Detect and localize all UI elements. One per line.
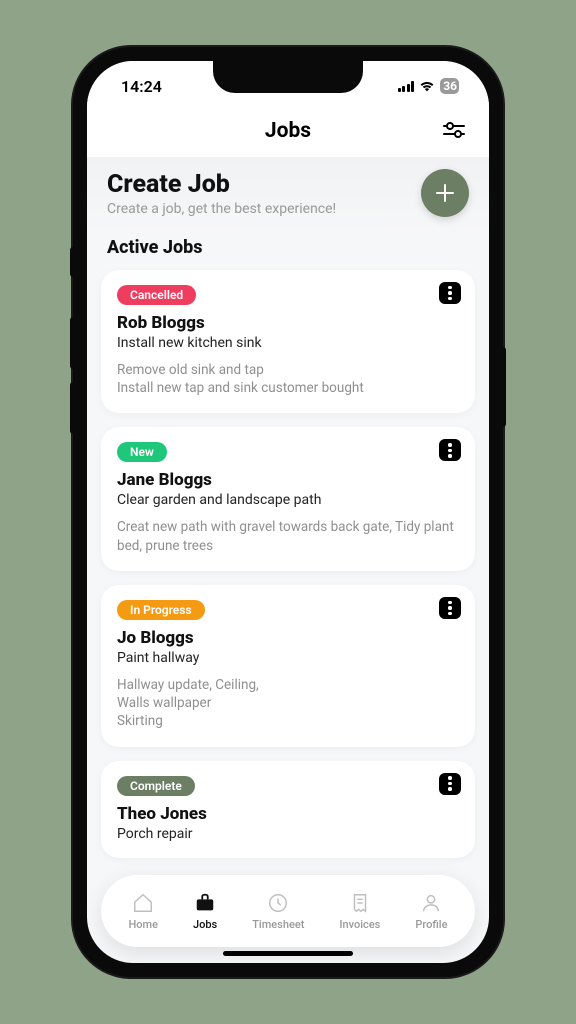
jobs-list: Cancelled Rob Bloggs Install new kitchen… [87,270,489,858]
signal-icon [398,81,415,92]
phone-frame: 14:24 36 Jobs [73,47,503,977]
screen: 14:24 36 Jobs [87,61,489,963]
nav-label: Timesheet [252,918,304,931]
nav-label: Jobs [193,918,217,931]
briefcase-icon [193,891,217,915]
active-jobs-title: Active Jobs [87,233,489,270]
job-description: Hallway update, Ceiling, Walls wallpaper… [117,676,459,731]
job-customer-name: Theo Jones [117,804,459,824]
job-description: Remove old sink and tap Install new tap … [117,361,459,397]
clock-icon [266,891,290,915]
create-title: Create Job [107,170,336,199]
status-badge: In Progress [117,600,205,620]
create-job-section: Create Job Create a job, get the best ex… [87,157,489,233]
notch [213,61,363,93]
nav-home[interactable]: Home [128,891,158,931]
nav-profile[interactable]: Profile [415,891,447,931]
wifi-icon [419,80,435,92]
job-summary: Paint hallway [117,650,459,666]
job-customer-name: Jo Bloggs [117,628,459,648]
content: Create Job Create a job, get the best ex… [87,157,489,963]
page-title: Jobs [265,119,311,143]
status-badge: Cancelled [117,285,196,305]
job-card[interactable]: New Jane Bloggs Clear garden and landsca… [101,427,475,570]
plus-icon [434,182,456,204]
job-customer-name: Jane Bloggs [117,470,459,490]
job-summary: Clear garden and landscape path [117,492,459,508]
status-time: 14:24 [121,77,162,96]
job-menu-button[interactable] [439,597,461,619]
job-menu-button[interactable] [439,773,461,795]
bottom-nav: Home Jobs Timesheet Invoices [101,875,475,947]
job-summary: Porch repair [117,826,459,842]
create-subtitle: Create a job, get the best experience! [107,201,336,217]
receipt-icon [348,891,372,915]
job-customer-name: Rob Bloggs [117,313,459,333]
status-badge: New [117,442,167,462]
status-right: 36 [398,78,459,94]
nav-invoices[interactable]: Invoices [339,891,380,931]
nav-timesheet[interactable]: Timesheet [252,891,304,931]
nav-label: Home [128,918,158,931]
job-card[interactable]: Complete Theo Jones Porch repair [101,761,475,858]
status-badge: Complete [117,776,195,796]
home-indicator[interactable] [223,951,353,956]
nav-jobs[interactable]: Jobs [193,891,217,931]
job-menu-button[interactable] [439,282,461,304]
profile-icon [419,891,443,915]
job-summary: Install new kitchen sink [117,335,459,351]
job-card[interactable]: In Progress Jo Bloggs Paint hallway Hall… [101,585,475,747]
job-description: Creat new path with gravel towards back … [117,518,459,554]
add-job-button[interactable] [421,169,469,217]
home-icon [131,891,155,915]
sliders-icon [443,121,465,139]
battery-level: 36 [443,79,457,93]
job-card[interactable]: Cancelled Rob Bloggs Install new kitchen… [101,270,475,413]
nav-label: Profile [415,918,447,931]
battery-icon: 36 [440,78,459,94]
nav-label: Invoices [339,918,380,931]
header: Jobs [87,111,489,157]
job-menu-button[interactable] [439,439,461,461]
filter-button[interactable] [441,117,467,143]
